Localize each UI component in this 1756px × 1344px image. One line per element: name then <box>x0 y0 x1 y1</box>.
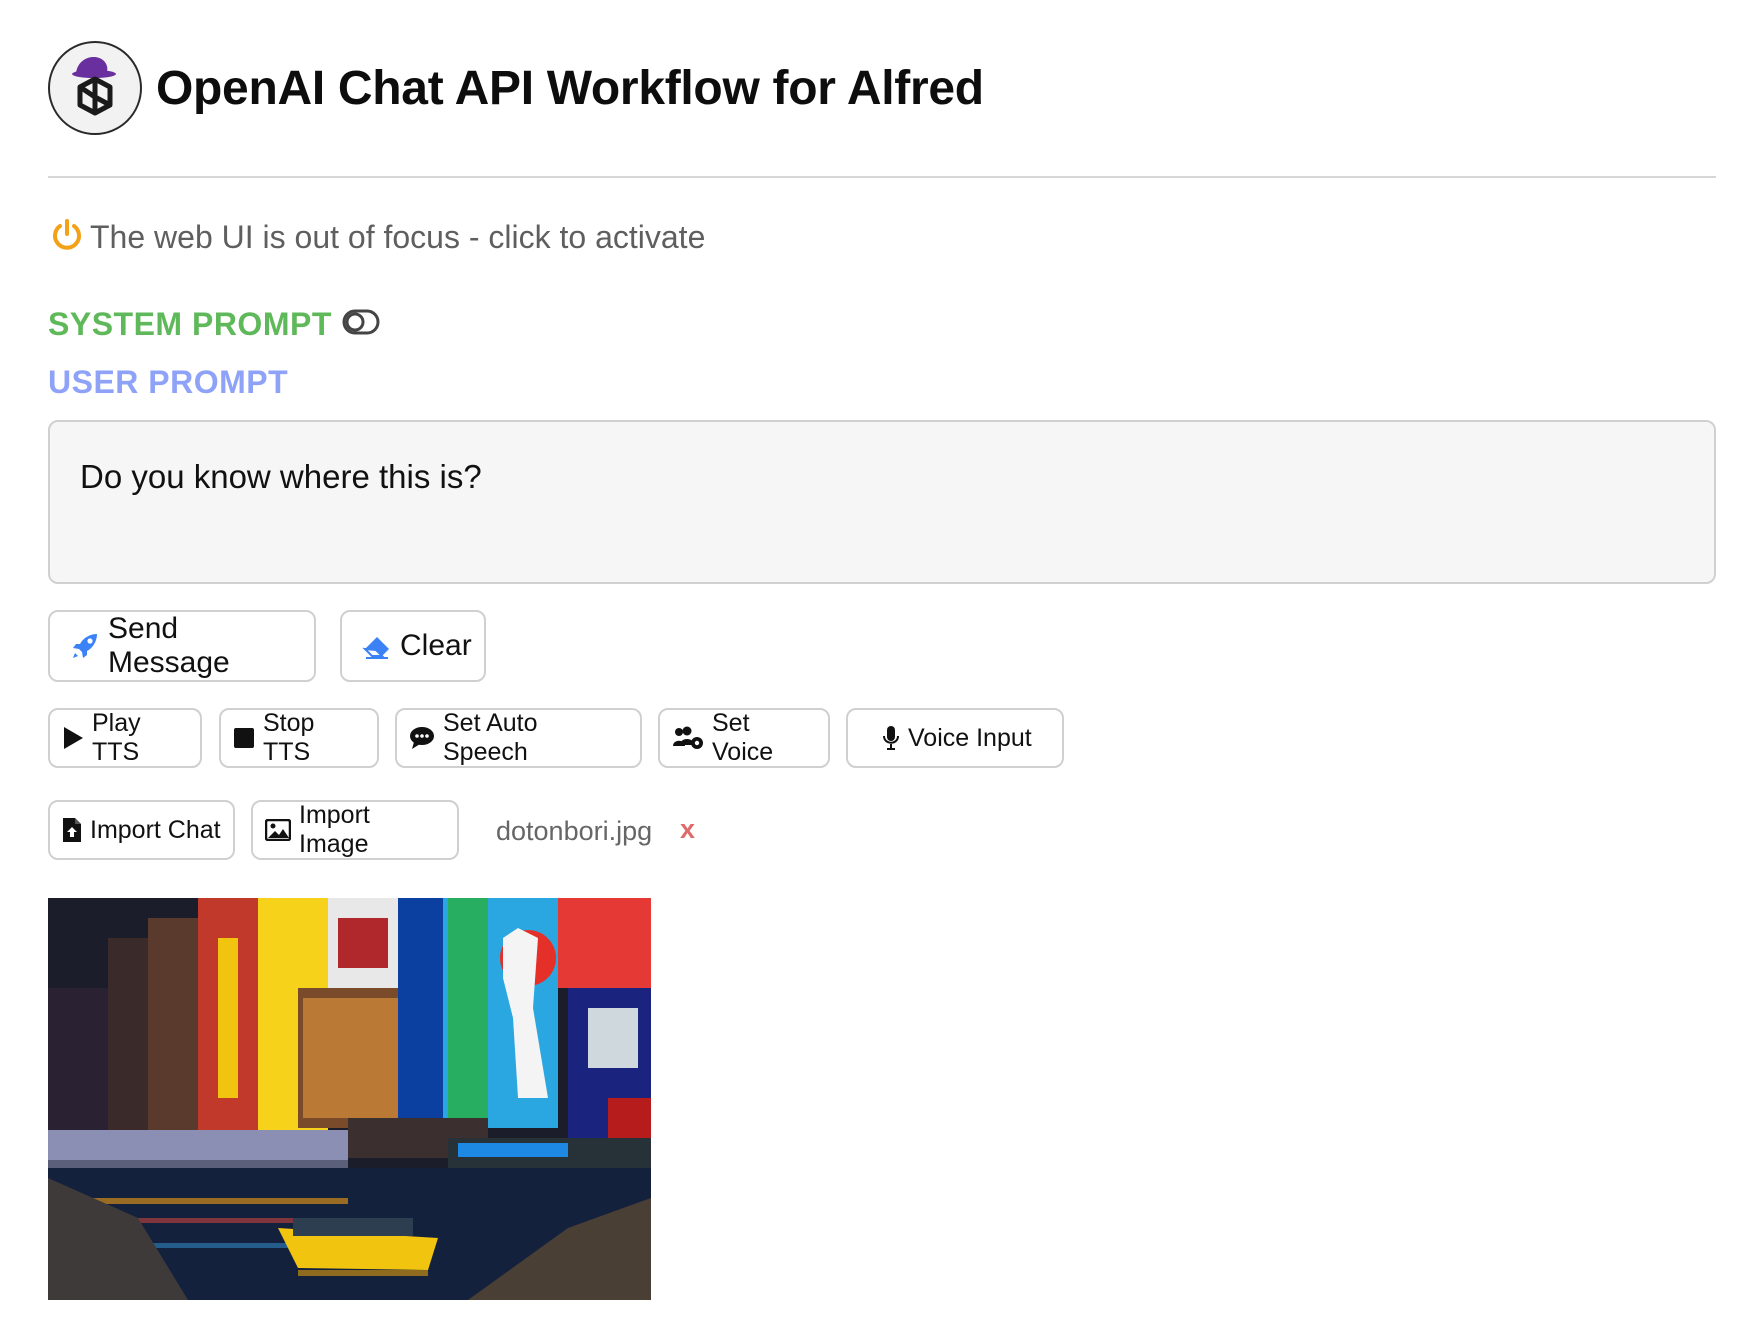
set-auto-speech-button[interactable]: Set Auto Speech <box>395 708 642 768</box>
toggle-icon[interactable] <box>342 309 380 340</box>
attached-image-preview <box>48 898 651 1300</box>
user-prompt-header: USER PROMPT <box>48 364 288 401</box>
system-prompt-label: SYSTEM PROMPT <box>48 306 332 342</box>
stop-tts-label: Stop TTS <box>263 709 315 766</box>
import-image-button[interactable]: Import Image <box>251 800 459 860</box>
speech-bubble-icon <box>409 726 435 750</box>
power-icon <box>50 218 84 257</box>
users-gear-icon <box>672 726 704 750</box>
stop-icon <box>233 727 255 749</box>
focus-status-text: The web UI is out of focus - click to ac… <box>90 219 706 255</box>
set-voice-label: Set Voice <box>712 709 774 766</box>
focus-status[interactable]: The web UI is out of focus - click to ac… <box>50 218 705 257</box>
file-import-icon <box>62 817 82 843</box>
send-message-button[interactable]: Send Message <box>48 610 316 682</box>
divider <box>48 176 1716 178</box>
play-tts-label: Play TTS <box>92 709 141 766</box>
header: OpenAI Chat API Workflow for Alfred <box>48 40 984 136</box>
remove-attachment-button[interactable]: x <box>680 814 695 845</box>
system-prompt-header: SYSTEM PROMPT <box>48 306 380 343</box>
image-icon <box>265 819 291 841</box>
play-tts-button[interactable]: Play TTS <box>48 708 202 768</box>
attached-file-name: dotonbori.jpg <box>496 816 653 846</box>
voice-input-label: Voice Input <box>908 723 1032 752</box>
user-prompt-label: USER PROMPT <box>48 364 289 400</box>
openai-logo-icon <box>48 41 142 135</box>
page: OpenAI Chat API Workflow for Alfred The … <box>0 0 1756 1344</box>
stop-tts-button[interactable]: Stop TTS <box>219 708 379 768</box>
import-chat-label: Import Chat <box>90 815 221 844</box>
play-icon <box>62 726 84 750</box>
microphone-icon <box>882 725 900 751</box>
page-title: OpenAI Chat API Workflow for Alfred <box>156 61 984 115</box>
rocket-icon <box>70 631 100 661</box>
import-image-label: Import Image <box>299 801 370 858</box>
clear-button[interactable]: Clear <box>340 610 486 682</box>
import-chat-button[interactable]: Import Chat <box>48 800 235 860</box>
set-auto-speech-label: Set Auto Speech <box>443 709 538 766</box>
voice-input-button[interactable]: Voice Input <box>846 708 1064 768</box>
eraser-icon <box>362 631 392 661</box>
user-prompt-input[interactable]: Do you know where this is? <box>48 420 1716 584</box>
send-message-label: Send Message <box>108 612 230 679</box>
set-voice-button[interactable]: Set Voice <box>658 708 830 768</box>
clear-label: Clear <box>400 629 472 662</box>
